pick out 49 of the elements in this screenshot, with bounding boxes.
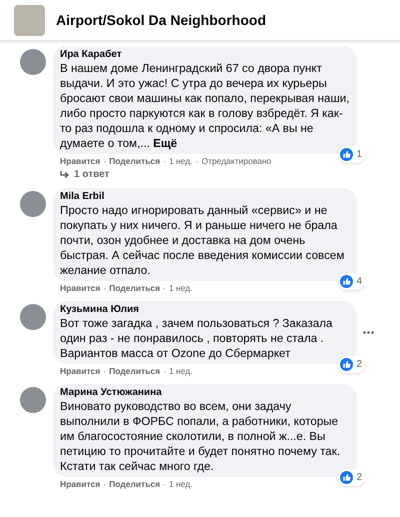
share-link[interactable]: Поделиться xyxy=(109,366,160,377)
comment-time[interactable]: 1 нед. xyxy=(168,479,193,490)
group-title[interactable]: Airport/Sokol Da Neighborhood xyxy=(56,10,266,30)
separator-dot: · xyxy=(103,283,106,294)
reply-arrow-icon xyxy=(60,170,70,180)
avatar-placeholder[interactable] xyxy=(20,304,46,330)
separator-dot: · xyxy=(163,283,166,294)
share-link[interactable]: Поделиться xyxy=(109,479,160,490)
comment-author[interactable]: Mila Erbil xyxy=(60,191,350,203)
comment-time[interactable]: 1 нед. xyxy=(168,156,193,167)
like-icon xyxy=(340,471,354,484)
reaction-number: 1 xyxy=(356,148,362,162)
more-options-icon[interactable] xyxy=(363,331,374,334)
separator-dot: · xyxy=(103,366,106,377)
like-icon xyxy=(340,148,354,161)
separator-dot: · xyxy=(163,156,166,167)
avatar-placeholder[interactable] xyxy=(20,191,46,217)
comment-time[interactable]: 1 нед. xyxy=(168,283,193,294)
reaction-number: 4 xyxy=(356,275,362,289)
comment-author[interactable]: Ира Карабет xyxy=(60,49,350,61)
comment-author[interactable]: Кузьмина Юлия xyxy=(60,304,350,316)
separator-dot: · xyxy=(103,479,106,490)
replies-link[interactable]: 1 ответ xyxy=(74,169,110,181)
like-icon xyxy=(340,275,354,288)
comment-author[interactable]: Марина Устюжанина xyxy=(60,387,350,399)
edited-label: Отредактировано xyxy=(201,156,272,167)
separator-dot: · xyxy=(196,156,198,167)
avatar-placeholder[interactable] xyxy=(20,387,46,413)
avatar-placeholder[interactable] xyxy=(20,49,46,75)
separator-dot: · xyxy=(103,156,106,167)
separator-dot: · xyxy=(163,479,166,490)
reaction-count[interactable]: 4 xyxy=(338,273,365,290)
reaction-count[interactable]: 1 xyxy=(338,146,365,163)
reaction-count[interactable]: 2 xyxy=(338,469,365,486)
see-more-link[interactable]: Ещё xyxy=(153,137,178,150)
share-link[interactable]: Поделиться xyxy=(109,283,160,294)
separator-dot: · xyxy=(163,366,166,377)
comment-text: Вот тоже загадка , зачем пользоваться ? Заказала один раз - не понравилось , повторять не стала . Вариантов масса от Ozone до Сбермаркет xyxy=(60,316,334,361)
like-link[interactable]: Нравится xyxy=(60,479,100,490)
like-link[interactable]: Нравится xyxy=(60,156,100,167)
photo-placeholder xyxy=(14,4,45,36)
reaction-number: 2 xyxy=(356,358,362,372)
like-icon xyxy=(340,358,354,371)
reaction-count[interactable]: 2 xyxy=(338,356,365,373)
comment-time[interactable]: 1 нед. xyxy=(168,366,193,377)
reaction-number: 2 xyxy=(356,471,362,485)
like-link[interactable]: Нравится xyxy=(60,283,100,294)
share-link[interactable]: Поделиться xyxy=(109,156,160,167)
like-link[interactable]: Нравится xyxy=(60,366,100,377)
